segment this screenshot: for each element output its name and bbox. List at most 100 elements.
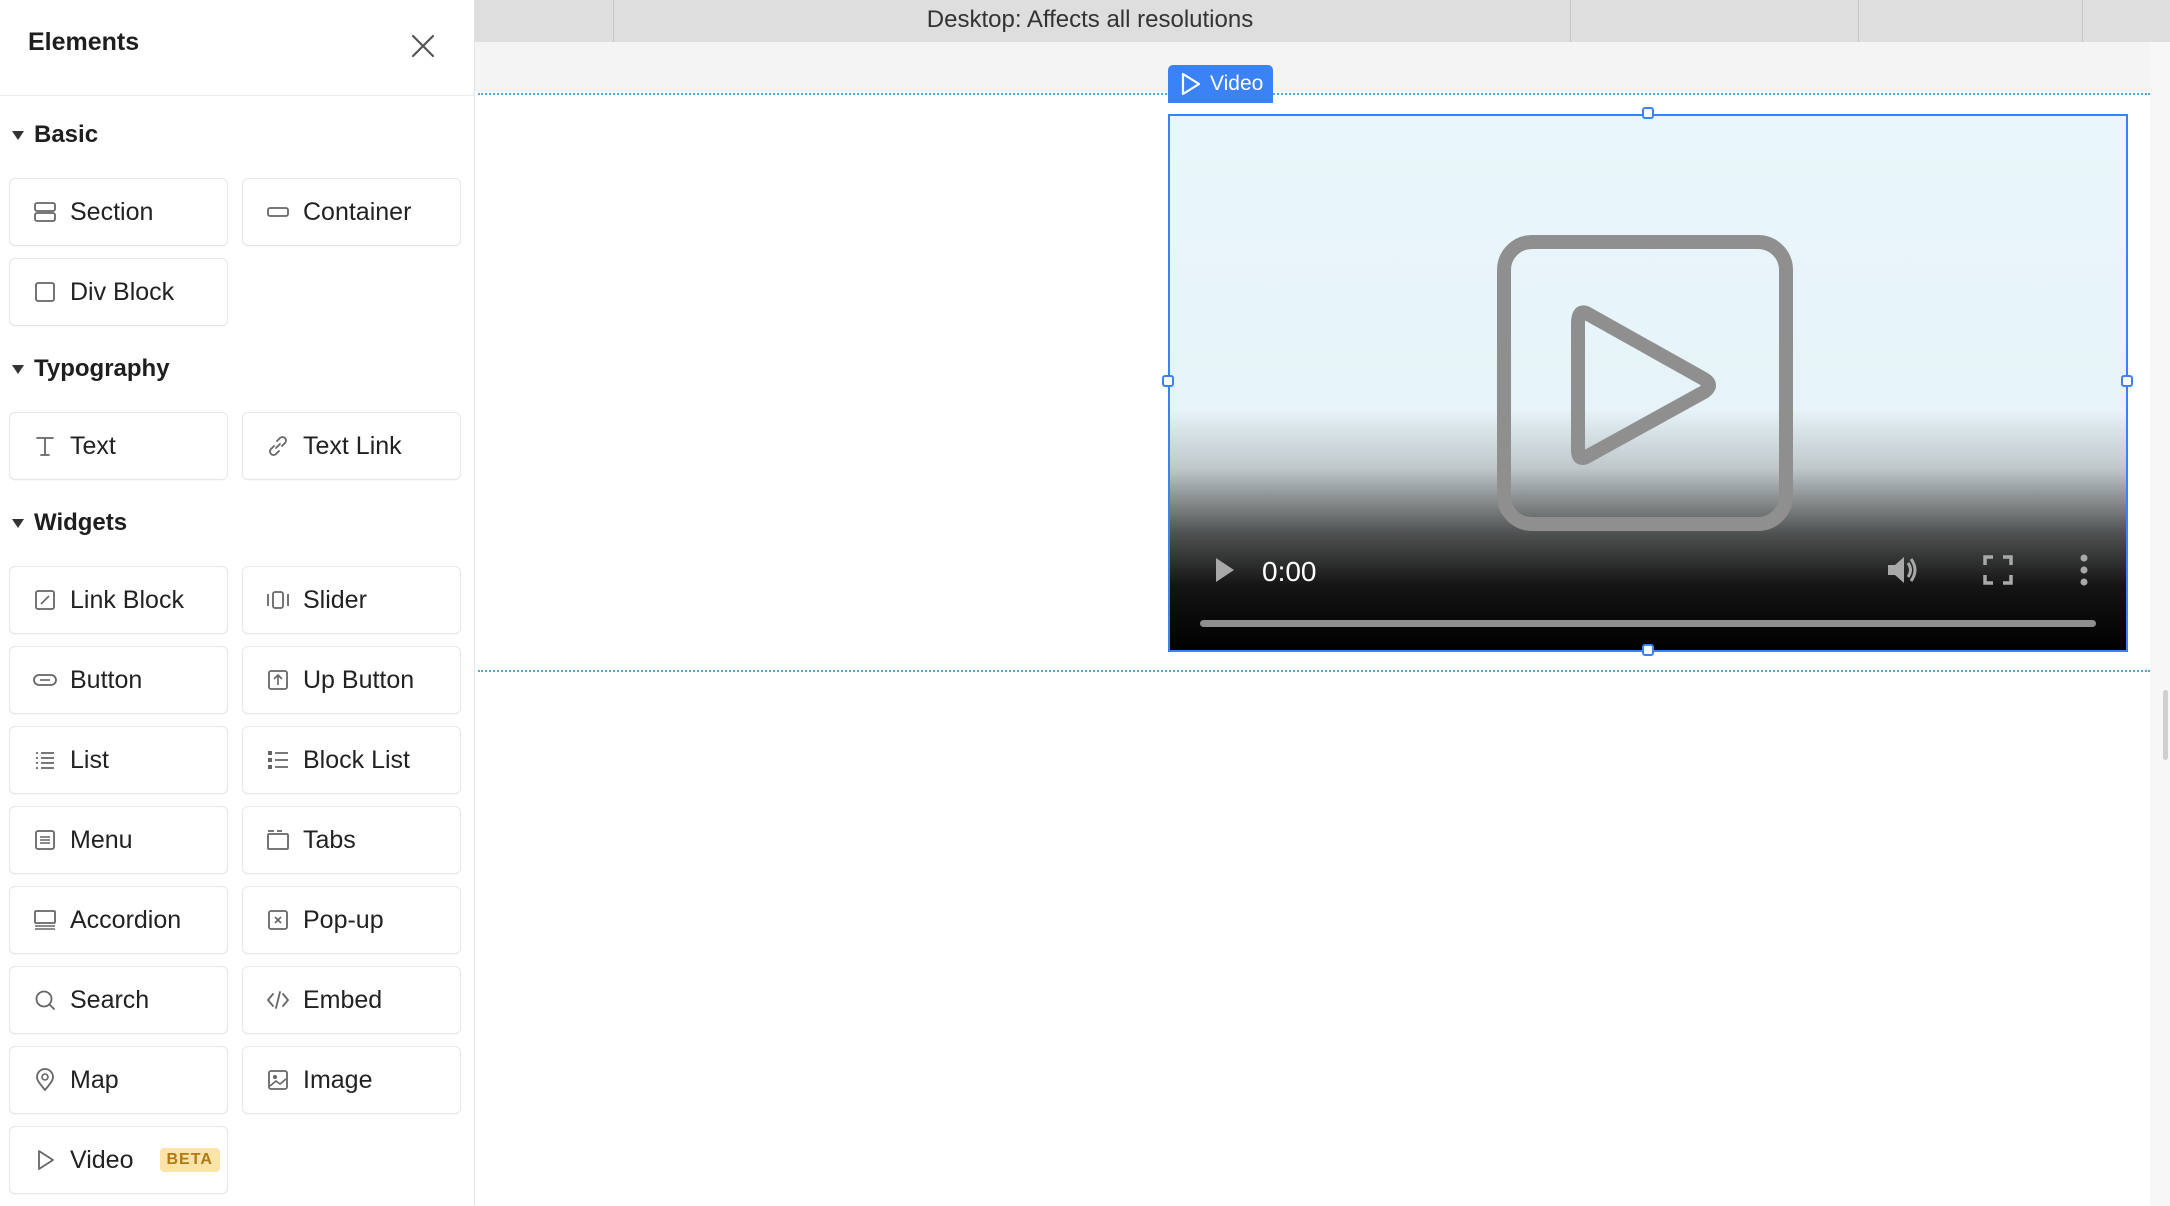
element-label: Button: [70, 665, 143, 694]
block-list-icon: [263, 745, 293, 775]
container-icon: [263, 197, 293, 227]
fullscreen-icon[interactable]: [1980, 552, 2016, 588]
embed-icon: [263, 985, 293, 1015]
element-label: Image: [303, 1065, 373, 1094]
element-label: Menu: [70, 825, 133, 854]
element-up-button[interactable]: Up Button: [242, 646, 461, 714]
popup-icon: [263, 905, 293, 935]
elements-panel-header: Elements: [0, 0, 474, 96]
resize-handle-left[interactable]: [1162, 375, 1174, 387]
element-image[interactable]: Image: [242, 1046, 461, 1114]
element-block-list[interactable]: Block List: [242, 726, 461, 794]
element-label: Link Block: [70, 585, 184, 614]
element-menu[interactable]: Menu: [9, 806, 228, 874]
element-label: Embed: [303, 985, 383, 1014]
close-icon: [411, 34, 435, 58]
element-div-block[interactable]: Div Block: [9, 258, 228, 326]
ruler-divider: [1570, 0, 1571, 42]
element-label: Text Link: [303, 431, 402, 460]
element-map[interactable]: Map: [9, 1046, 228, 1114]
element-label: List: [70, 745, 109, 774]
section-heading-basic[interactable]: Basic: [8, 118, 98, 152]
element-label: Pop-up: [303, 905, 384, 934]
element-tabs[interactable]: Tabs: [242, 806, 461, 874]
section-heading-widgets[interactable]: Widgets: [8, 506, 127, 540]
element-list[interactable]: List: [9, 726, 228, 794]
element-label: Up Button: [303, 665, 415, 694]
image-icon: [263, 1065, 293, 1095]
resize-handle-top[interactable]: [1642, 107, 1654, 119]
slider-icon: [263, 585, 293, 615]
menu-icon: [30, 825, 60, 855]
element-text-link[interactable]: Text Link: [242, 412, 461, 480]
list-icon: [30, 745, 60, 775]
video-time: 0:00: [1262, 556, 1317, 587]
video-play-icon: [1176, 70, 1204, 98]
element-label: Div Block: [70, 277, 175, 306]
selected-element-tag-label: Video: [1210, 72, 1264, 95]
element-label: Video: [70, 1145, 134, 1174]
play-icon[interactable]: [1206, 552, 1242, 588]
div-block-icon: [30, 277, 60, 307]
element-label: Block List: [303, 745, 410, 774]
resize-handle-bottom[interactable]: [1642, 644, 1654, 656]
element-slider[interactable]: Slider: [242, 566, 461, 634]
video-element[interactable]: 0:00: [1168, 114, 2128, 652]
video-controls: 0:00: [1170, 526, 2126, 650]
breakpoint-ruler: Desktop: Affects all resolutions: [475, 0, 2170, 42]
section-heading-label: Basic: [34, 121, 99, 148]
beta-badge: BETA: [159, 1148, 220, 1172]
element-search[interactable]: Search: [9, 966, 228, 1034]
link-icon: [263, 431, 293, 461]
search-icon: [30, 985, 60, 1015]
more-options-icon[interactable]: [2074, 550, 2094, 590]
link-block-icon: [30, 585, 60, 615]
element-label: Tabs: [303, 825, 356, 854]
video-play-icon: [30, 1145, 60, 1175]
canvas-scrollbar-thumb[interactable]: [2163, 690, 2168, 760]
element-popup[interactable]: Pop-up: [242, 886, 461, 954]
caret-down-icon: [8, 125, 28, 145]
element-label: Accordion: [70, 905, 182, 934]
ruler-divider: [1858, 0, 1859, 42]
accordion-icon: [30, 905, 60, 935]
element-label: Map: [70, 1065, 119, 1094]
element-embed[interactable]: Embed: [242, 966, 461, 1034]
element-link-block[interactable]: Link Block: [9, 566, 228, 634]
section-icon: [30, 197, 60, 227]
canvas-scrollbar[interactable]: [2150, 42, 2170, 1206]
element-label: Slider: [303, 585, 367, 614]
text-icon: [30, 431, 60, 461]
section-heading-typography[interactable]: Typography: [8, 352, 170, 386]
element-label: Section: [70, 197, 154, 226]
caret-down-icon: [8, 513, 28, 533]
element-label: Text: [70, 431, 116, 460]
element-accordion[interactable]: Accordion: [9, 886, 228, 954]
volume-icon[interactable]: [1882, 550, 1922, 590]
selected-element-tag[interactable]: Video: [1168, 65, 1274, 103]
video-progress-bar[interactable]: [1200, 620, 2096, 627]
element-video[interactable]: Video BETA: [9, 1126, 228, 1194]
map-pin-icon: [30, 1065, 60, 1095]
element-button[interactable]: Button: [9, 646, 228, 714]
video-placeholder-icon: [1497, 235, 1793, 531]
tabs-icon: [263, 825, 293, 855]
button-icon: [30, 665, 60, 695]
caret-down-icon: [8, 359, 28, 379]
breakpoint-label[interactable]: Desktop: Affects all resolutions: [615, 6, 1565, 34]
element-label: Container: [303, 197, 412, 226]
ruler-divider: [613, 0, 614, 42]
ruler-divider: [2082, 0, 2083, 42]
element-text[interactable]: Text: [9, 412, 228, 480]
resize-handle-right[interactable]: [2121, 375, 2133, 387]
close-panel-button[interactable]: [403, 26, 443, 66]
section-heading-label: Typography: [34, 355, 170, 382]
element-section[interactable]: Section: [9, 178, 228, 246]
elements-panel: Elements Basic Section Container Div Blo…: [0, 0, 475, 1206]
page-top-gap: [475, 42, 2150, 92]
element-container[interactable]: Container: [242, 178, 461, 246]
panel-title: Elements: [28, 28, 140, 56]
section-heading-label: Widgets: [34, 509, 128, 536]
up-button-icon: [263, 665, 293, 695]
design-canvas[interactable]: Desktop: Affects all resolutions Video 0…: [475, 0, 2170, 1206]
